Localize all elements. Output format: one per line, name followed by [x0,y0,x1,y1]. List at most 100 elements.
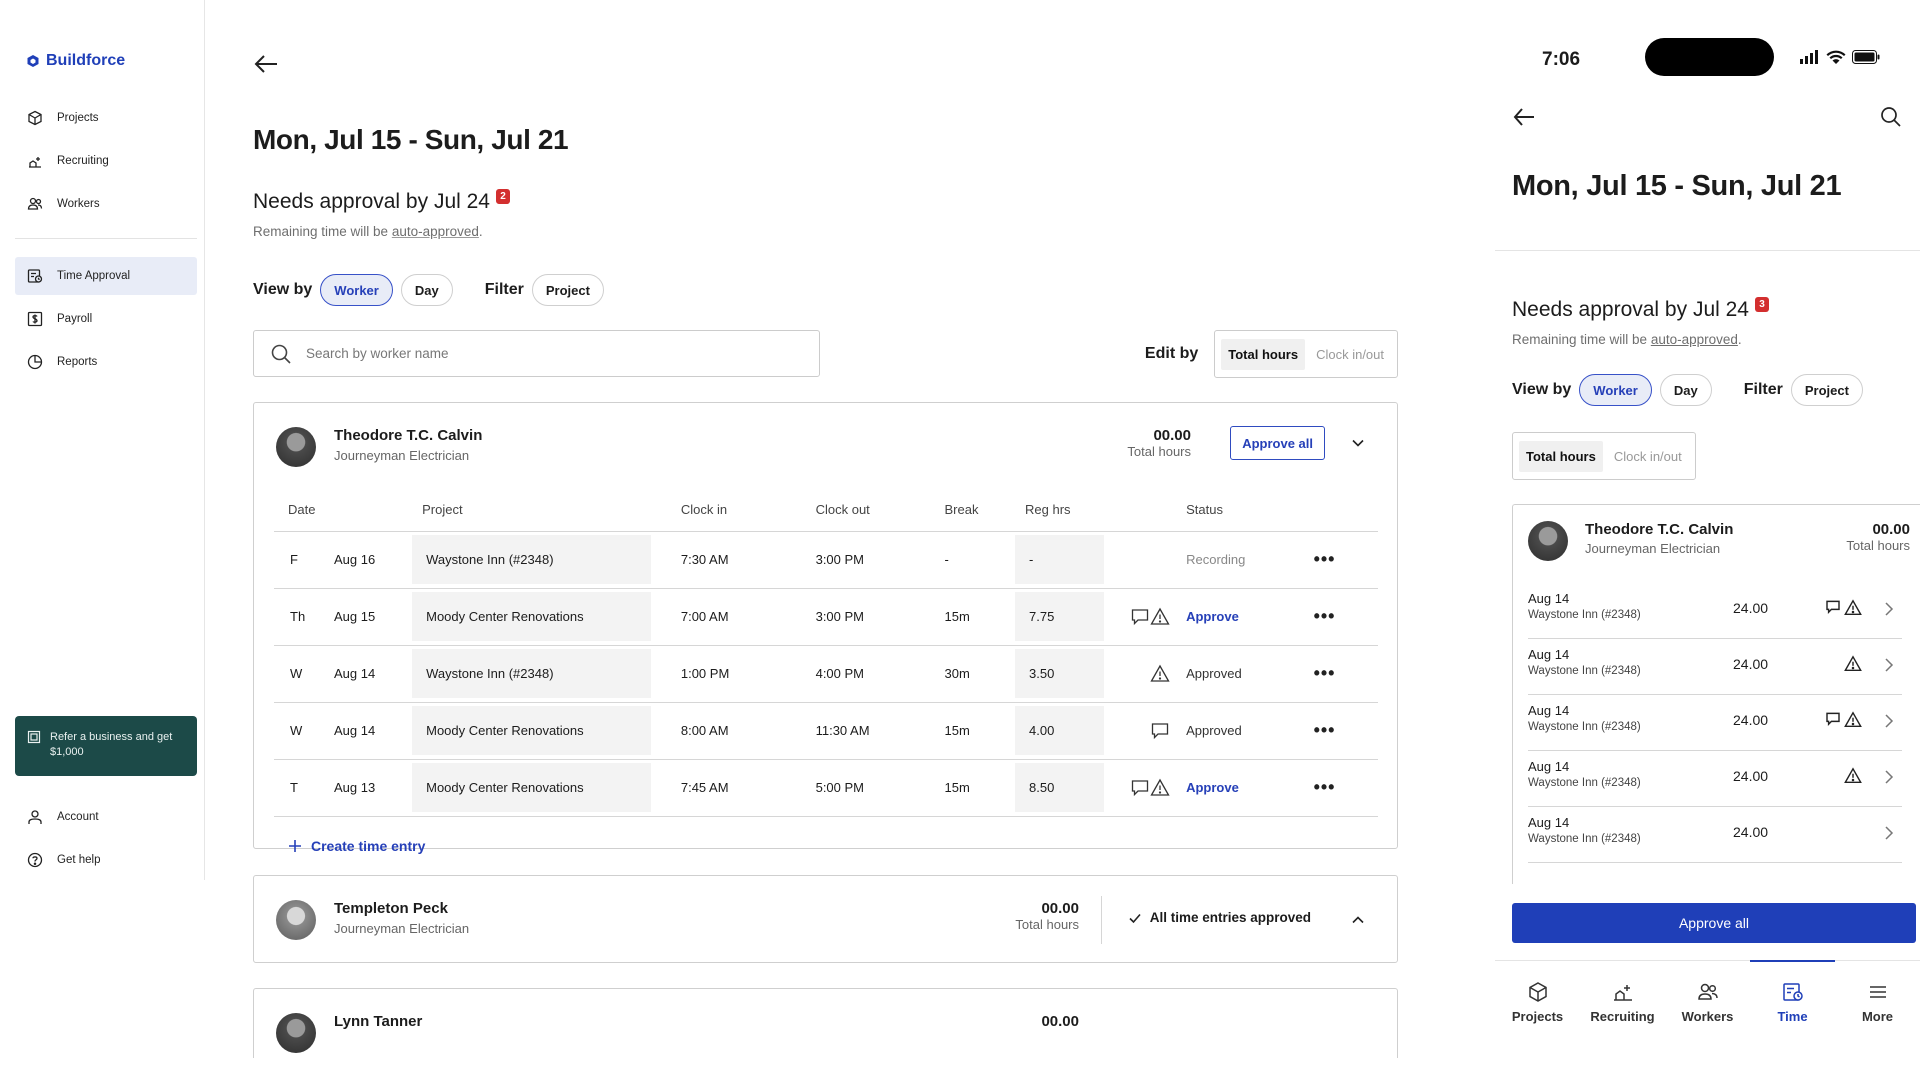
table-row[interactable]: Th Aug 15 Moody Center Renovations 7:00 AM 3… [274,588,1378,646]
search-input[interactable]: Search by worker name [253,330,820,377]
edit-total-hours-option[interactable]: Total hours [1221,338,1306,370]
more-options-icon[interactable]: ••• [1314,777,1336,797]
list-item[interactable]: Aug 14 Waystone Inn (#2348) 24.00 [1528,807,1902,863]
sidebar-item-reports[interactable]: Reports [15,343,197,381]
project-cell[interactable]: Moody Center Renovations [408,759,655,817]
chevron-right-icon[interactable] [1884,825,1894,841]
chevron-right-icon[interactable] [1884,769,1894,785]
sidebar-item-payroll[interactable]: Payroll [15,300,197,338]
clock-out-cell[interactable]: 5:00 PM [783,759,915,817]
auto-approved-link[interactable]: auto-approved [1651,332,1738,347]
sidebar-item-recruiting[interactable]: Recruiting [15,142,197,180]
warning-icon[interactable] [1150,664,1170,684]
clock-out-cell[interactable]: 3:00 PM [783,531,915,589]
reg-hrs-cell[interactable]: 7.75 [1011,588,1108,646]
chevron-down-icon[interactable] [1351,436,1365,450]
tab-recruiting[interactable]: Recruiting [1580,961,1665,1050]
create-time-entry-button[interactable]: Create time entry [287,838,425,854]
refer-banner[interactable]: Refer a business and get $1,000 [15,716,197,776]
project-cell[interactable]: Moody Center Renovations [408,588,655,646]
chevron-right-icon[interactable] [1884,601,1894,617]
list-item[interactable]: Aug 14 Waystone Inn (#2348) 24.00 [1528,695,1902,751]
more-options-icon[interactable]: ••• [1314,549,1336,569]
break-cell[interactable]: 15m [914,702,1012,760]
table-row[interactable]: T Aug 13 Moody Center Renovations 7:45 AM 5:… [274,759,1378,817]
warning-icon[interactable] [1844,767,1862,785]
sidebar-item-workers[interactable]: Workers [15,185,197,223]
clock-in-cell[interactable]: 7:30 AM [654,531,784,589]
more-options-icon[interactable]: ••• [1314,663,1336,683]
comment-icon[interactable] [1825,599,1841,615]
tab-more[interactable]: More [1835,961,1920,1050]
warning-icon[interactable] [1844,655,1862,673]
view-worker-pill[interactable]: Worker [1579,374,1652,406]
table-row[interactable]: W Aug 14 Moody Center Renovations 8:00 AM 11… [274,702,1378,760]
back-arrow-icon[interactable] [253,52,279,76]
recruiting-icon [1613,985,1632,1001]
sidebar-item-help[interactable]: Get help [15,841,197,879]
warning-icon[interactable] [1844,599,1862,617]
comment-icon[interactable] [1150,721,1170,741]
list-item[interactable]: Aug 14 Waystone Inn (#2348) 24.00 [1528,583,1902,639]
list-item[interactable]: Aug 14 Waystone Inn (#2348) 24.00 [1528,751,1902,807]
table-row[interactable]: W Aug 14 Waystone Inn (#2348) 1:00 PM 4:00 P… [274,645,1378,703]
reg-hrs-cell[interactable]: - [1011,531,1108,589]
view-worker-pill[interactable]: Worker [320,274,393,306]
break-cell[interactable]: 15m [914,759,1012,817]
clock-in-cell[interactable]: 7:45 AM [654,759,784,817]
project-cell[interactable]: Waystone Inn (#2348) [408,531,655,589]
warning-icon[interactable] [1150,607,1170,627]
search-icon[interactable] [1880,106,1902,128]
clock-in-cell[interactable]: 1:00 PM [654,645,784,703]
comment-icon[interactable] [1825,711,1841,727]
filter-project-pill[interactable]: Project [1790,374,1863,406]
chevron-up-icon[interactable] [1351,913,1365,927]
approve-link[interactable]: Approve [1186,609,1239,624]
approve-all-button[interactable]: Approve all [1230,426,1325,460]
approve-link[interactable]: Approve [1186,780,1239,795]
more-options-icon[interactable]: ••• [1314,720,1336,740]
clock-out-cell[interactable]: 3:00 PM [783,588,915,646]
sidebar-item-account[interactable]: Account [15,798,197,836]
tab-workers[interactable]: Workers [1665,961,1750,1050]
chevron-right-icon[interactable] [1884,657,1894,673]
comment-icon[interactable] [1130,778,1150,798]
reg-hrs-cell[interactable]: 4.00 [1011,702,1108,760]
break-cell[interactable]: 30m [914,645,1012,703]
auto-approved-link[interactable]: auto-approved [392,224,479,239]
sidebar-item-time-approval[interactable]: Time Approval [15,257,197,295]
view-day-pill[interactable]: Day [400,274,453,306]
comment-icon[interactable] [1130,607,1150,627]
entry-date: Aug 16 [334,552,376,567]
project-cell[interactable]: Waystone Inn (#2348) [408,645,655,703]
more-options-icon[interactable]: ••• [1314,606,1336,626]
sidebar-item-projects[interactable]: Projects [15,99,197,137]
list-item[interactable]: Aug 14 Waystone Inn (#2348) 24.00 [1528,639,1902,695]
clock-in-cell[interactable]: 8:00 AM [654,702,784,760]
tab-projects[interactable]: Projects [1495,961,1580,1050]
view-day-pill[interactable]: Day [1659,374,1712,406]
edit-total-hours-option[interactable]: Total hours [1519,440,1603,472]
warning-icon[interactable] [1844,711,1862,729]
warning-icon[interactable] [1150,778,1170,798]
tab-time[interactable]: Time [1750,960,1835,1050]
break-cell[interactable]: 15m [914,588,1012,646]
clock-in-cell[interactable]: 7:00 AM [654,588,784,646]
back-arrow-icon[interactable] [1512,106,1536,128]
mobile-approve-all-button[interactable]: Approve all [1512,903,1916,943]
project-cell[interactable]: Moody Center Renovations [408,702,655,760]
worker-card: Theodore T.C. Calvin Journeyman Electric… [253,402,1398,854]
status-text: Approved [1186,666,1242,681]
reg-hrs-cell[interactable]: 3.50 [1011,645,1108,703]
table-row[interactable]: F Aug 16 Waystone Inn (#2348) 7:30 AM 3:00 P… [274,531,1378,589]
edit-clock-option[interactable]: Clock in/out [1607,441,1689,472]
reg-hrs-cell[interactable]: 8.50 [1011,759,1108,817]
chevron-right-icon[interactable] [1884,713,1894,729]
break-cell[interactable]: - [914,531,1012,589]
edit-clock-option[interactable]: Clock in/out [1309,339,1391,370]
clock-out-cell[interactable]: 11:30 AM [783,702,915,760]
clock-out-cell[interactable]: 4:00 PM [783,645,915,703]
brand-logo[interactable]: Buildforce [26,52,125,70]
filter-project-pill[interactable]: Project [531,274,604,306]
reg-hrs-value: 8.50 [1029,780,1055,795]
